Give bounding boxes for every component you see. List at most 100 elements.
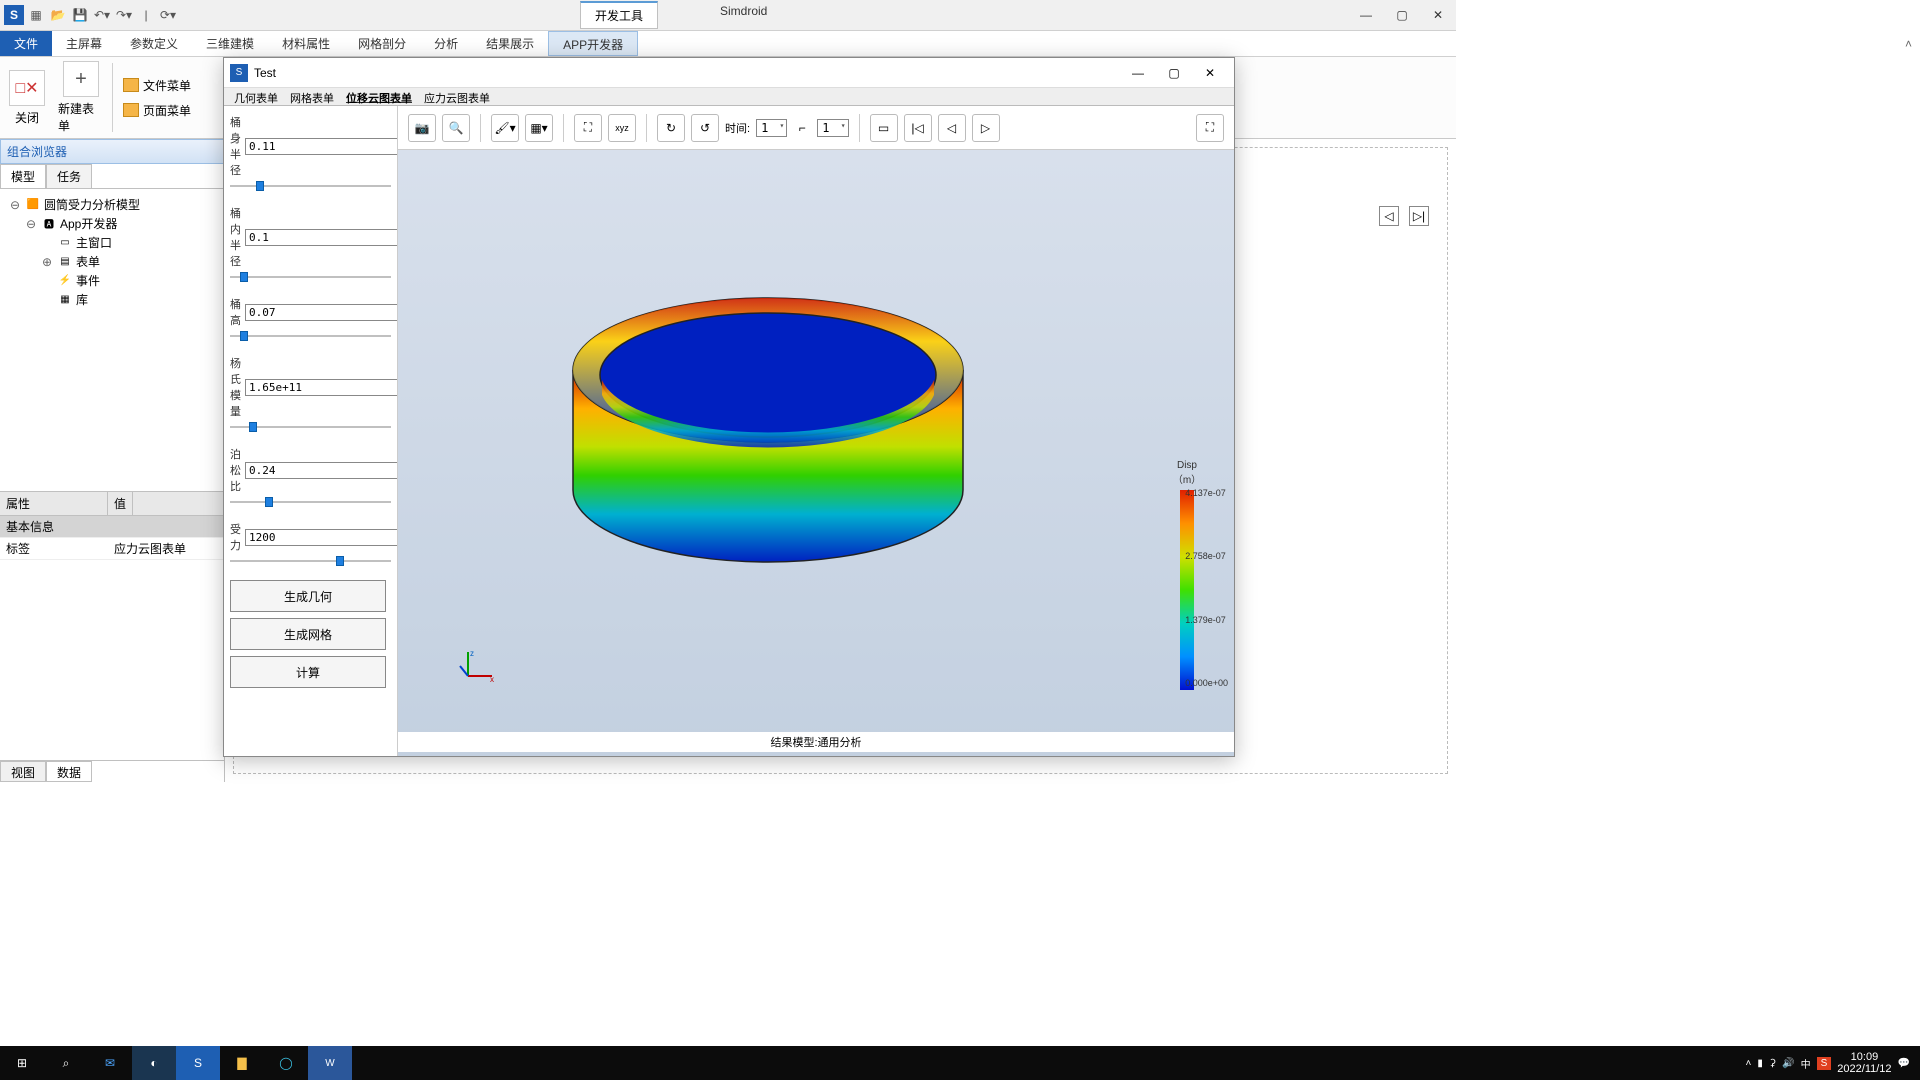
rotate-cw-icon[interactable]: ↻ [657, 114, 685, 142]
collapse-ribbon-icon[interactable]: ˄ [1905, 37, 1912, 51]
action-button[interactable]: 生成几何 [230, 580, 386, 612]
param-label: 杨氏模量 [230, 355, 241, 419]
first-frame-icon[interactable]: |◁ [904, 114, 932, 142]
tree-item[interactable]: ⊕▤表单 [6, 252, 218, 271]
paint-icon[interactable]: 🖌▾ [491, 114, 519, 142]
tab-model[interactable]: 模型 [0, 164, 46, 188]
taskbar-explorer-icon[interactable]: ▇ [220, 1046, 264, 1080]
new-icon[interactable]: ▦ [26, 5, 46, 25]
prev-icon[interactable]: ◁ [1379, 206, 1399, 226]
minimize-button[interactable]: — [1348, 0, 1384, 31]
dialog-tab-1[interactable]: 网格表单 [290, 90, 334, 103]
param-slider[interactable] [230, 556, 391, 566]
file-menu-item[interactable]: 文件菜单 [123, 77, 191, 94]
redo-icon[interactable]: ↷▾ [114, 5, 134, 25]
browser-header: 组合浏览器 [0, 139, 224, 164]
tray-clock[interactable]: 10:092022/11/12 [1837, 1051, 1891, 1075]
menu-2[interactable]: 参数定义 [116, 31, 192, 56]
menu-7[interactable]: 结果展示 [472, 31, 548, 56]
param-input[interactable] [245, 229, 398, 246]
param-slider[interactable] [230, 181, 391, 191]
menu-5[interactable]: 网格剖分 [344, 31, 420, 56]
tray-ime-sogou[interactable]: S [1817, 1057, 1832, 1070]
menu-4[interactable]: 材料属性 [268, 31, 344, 56]
new-form-button[interactable]: + 新建表单 [54, 57, 108, 138]
dialog-close-button[interactable]: ✕ [1192, 58, 1228, 88]
param-slider[interactable] [230, 497, 391, 507]
save-icon[interactable]: 💾 [70, 5, 90, 25]
dialog-tab-2[interactable]: 位移云图表单 [346, 90, 412, 103]
taskbar-mail-icon[interactable]: ✉ [88, 1046, 132, 1080]
search-button[interactable]: ⌕ [44, 1046, 88, 1080]
dialog-title: Test [254, 66, 276, 80]
maximize-button[interactable]: ▢ [1384, 0, 1420, 31]
tab-task[interactable]: 任务 [46, 164, 92, 188]
plus-icon: + [75, 68, 87, 91]
model-tree[interactable]: ⊖🟧圆筒受力分析模型⊖🅰App开发器▭主窗口⊕▤表单⚡事件▦库 [0, 189, 224, 491]
time-select[interactable]: 1 [756, 119, 787, 137]
menu-6[interactable]: 分析 [420, 31, 472, 56]
tray-battery-icon[interactable]: ▮ [1757, 1058, 1763, 1069]
menu-8[interactable]: APP开发器 [548, 31, 638, 56]
undo-icon[interactable]: ↶▾ [92, 5, 112, 25]
param-slider[interactable] [230, 272, 391, 282]
param-slider[interactable] [230, 331, 391, 341]
fit-view-icon[interactable]: ⛶ [574, 114, 602, 142]
taskbar-simdroid-icon[interactable]: S [176, 1046, 220, 1080]
result-viewer[interactable]: zx Disp （m） 4.137e-072.758e-071.379e-070… [398, 150, 1234, 756]
devtools-tab[interactable]: 开发工具 [580, 1, 658, 29]
param-label: 受力 [230, 521, 241, 553]
menu-1[interactable]: 主屏幕 [52, 31, 116, 56]
taskbar-app1-icon[interactable]: ◐ [132, 1046, 176, 1080]
tray-chevron-icon[interactable]: ˄ [1745, 1058, 1751, 1069]
tree-item[interactable]: ⊖🟧圆筒受力分析模型 [6, 195, 218, 214]
tree-item[interactable]: ⚡事件 [6, 271, 218, 290]
taskbar-word-icon[interactable]: W [308, 1046, 352, 1080]
action-button[interactable]: 计算 [230, 656, 386, 688]
param-input[interactable] [245, 138, 398, 155]
param-slider[interactable] [230, 422, 391, 432]
param-input[interactable] [245, 379, 398, 396]
close-button[interactable]: ✕ [1420, 0, 1456, 31]
dialog-maximize-button[interactable]: ▢ [1156, 58, 1192, 88]
fullscreen-icon[interactable]: ⛶ [1196, 114, 1224, 142]
frame-select[interactable]: 1 [817, 119, 848, 137]
menu-3[interactable]: 三维建模 [192, 31, 268, 56]
open-icon[interactable]: 📂 [48, 5, 68, 25]
next-icon[interactable]: ▷| [1409, 206, 1429, 226]
param-input[interactable] [245, 462, 398, 479]
param-input[interactable] [245, 304, 398, 321]
action-button[interactable]: 生成网格 [230, 618, 386, 650]
refresh-icon[interactable]: ⟳▾ [158, 5, 178, 25]
close-form-button[interactable]: □✕ 关闭 [0, 57, 54, 138]
cube-color-icon[interactable]: ▦▾ [525, 114, 553, 142]
taskbar-edge-icon[interactable]: ◯ [264, 1046, 308, 1080]
dialog-titlebar: S Test — ▢ ✕ [224, 58, 1234, 88]
tree-item[interactable]: ▦库 [6, 290, 218, 309]
menu-0[interactable]: 文件 [0, 31, 52, 56]
page-menu-label: 页面菜单 [143, 102, 191, 119]
tray-wifi-icon[interactable]: ⚳ [1769, 1058, 1776, 1069]
props-label-value[interactable]: 应力云图表单 [108, 538, 192, 559]
tree-item[interactable]: ⊖🅰App开发器 [6, 214, 218, 233]
tray-notifications-icon[interactable]: 💬 [1898, 1058, 1910, 1069]
tray-ime-lang[interactable]: 中 [1801, 1056, 1811, 1071]
param-input[interactable] [245, 529, 398, 546]
search-icon[interactable]: 🔍 [442, 114, 470, 142]
play-icon[interactable]: ▷ [972, 114, 1000, 142]
camera-icon[interactable]: 📷 [408, 114, 436, 142]
tray-volume-icon[interactable]: 🔊 [1782, 1058, 1794, 1069]
prev-frame-icon[interactable]: ◁ [938, 114, 966, 142]
start-button[interactable]: ⊞ [0, 1046, 44, 1080]
record-icon[interactable]: ▭ [870, 114, 898, 142]
rotate-ccw-icon[interactable]: ↺ [691, 114, 719, 142]
dialog-tab-3[interactable]: 应力云图表单 [424, 90, 490, 103]
axes-icon[interactable]: xyz [608, 114, 636, 142]
page-menu-item[interactable]: 页面菜单 [123, 102, 191, 119]
app-icon[interactable]: S [4, 5, 24, 25]
tab-view[interactable]: 视图 [0, 761, 46, 782]
tree-item[interactable]: ▭主窗口 [6, 233, 218, 252]
dialog-tab-0[interactable]: 几何表单 [234, 90, 278, 103]
dialog-minimize-button[interactable]: — [1120, 58, 1156, 88]
tab-data[interactable]: 数据 [46, 761, 92, 782]
